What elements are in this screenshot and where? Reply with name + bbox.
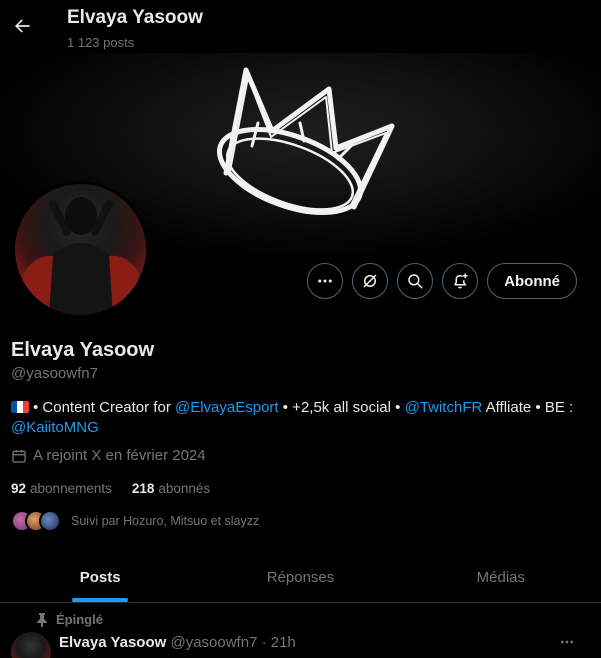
calendar-icon [12,449,26,463]
followed-by[interactable]: Suivi par Hozuro, Mitsuo et slayzz [11,510,259,532]
followers-label: abonnés [158,481,211,496]
header-title: Elvaya Yasoow [67,7,203,28]
more-icon [561,640,573,644]
top-bar: Elvaya Yasoow 1 123 posts [0,0,601,53]
profile-bio: • Content Creator for @ElvayaEsport • +2… [11,398,591,438]
france-flag-icon [11,401,29,413]
tab-replies[interactable]: Réponses [200,553,400,602]
tweet-avatar[interactable] [11,632,51,658]
more-options-button[interactable] [307,263,344,299]
bio-text-3: Affliate • BE : [482,399,574,416]
bio-link-kaiitomng[interactable]: @KaiitoMNG [11,419,99,436]
pin-icon [37,612,47,627]
bio-text-2: • +2,5k all social • [278,399,405,416]
search-button[interactable] [397,263,434,299]
tab-media[interactable]: Médias [401,553,601,602]
search-icon [408,274,423,289]
profile-name: Elvaya Yasoow [11,339,155,361]
tweet-header: Elvaya Yasoow @yasoowfn7 · 21h [59,634,296,651]
follow-stats: 92 abonnements 218 abonnés [11,481,210,496]
grok-button[interactable] [352,263,389,299]
joined-text: A rejoint X en février 2024 [33,447,206,464]
bio-link-twitchfr[interactable]: @TwitchFR [405,399,483,416]
grok-icon [363,274,377,288]
profile-actions: Abonné [307,263,577,299]
bio-text-1: • Content Creator for [33,399,175,416]
avatar-figure [21,197,141,315]
bio-link-elvayaesport[interactable]: @ElvayaEsport [175,399,279,416]
profile-handle: @yasoowfn7 [11,365,98,382]
following-button[interactable]: Abonné [487,263,577,299]
follower-avatar [39,510,61,532]
followers-link[interactable]: 218 abonnés [132,481,210,496]
notifications-button[interactable] [442,263,479,299]
pinned-label: Épinglé [56,612,103,627]
profile-avatar[interactable] [12,181,149,318]
tweet-more-button[interactable] [557,632,577,652]
bell-plus-icon [454,273,468,289]
profile-tabs: Posts Réponses Médias [0,553,601,603]
joined-date: A rejoint X en février 2024 [11,447,206,464]
pinned-indicator: Épinglé [36,612,103,627]
more-icon [318,279,332,283]
tweet-author-name[interactable]: Elvaya Yasoow [59,634,166,651]
followed-by-text: Suivi par Hozuro, Mitsuo et slayzz [71,514,260,528]
back-button[interactable] [8,8,36,44]
back-arrow-icon [15,19,30,33]
following-label: abonnements [30,481,112,496]
following-count: 92 [11,481,27,496]
following-link[interactable]: 92 abonnements [11,481,112,496]
post-count: 1 123 posts [67,35,135,50]
tweet-meta: @yasoowfn7 · 21h [170,634,296,651]
tab-posts[interactable]: Posts [0,553,200,602]
followers-count: 218 [131,481,155,496]
